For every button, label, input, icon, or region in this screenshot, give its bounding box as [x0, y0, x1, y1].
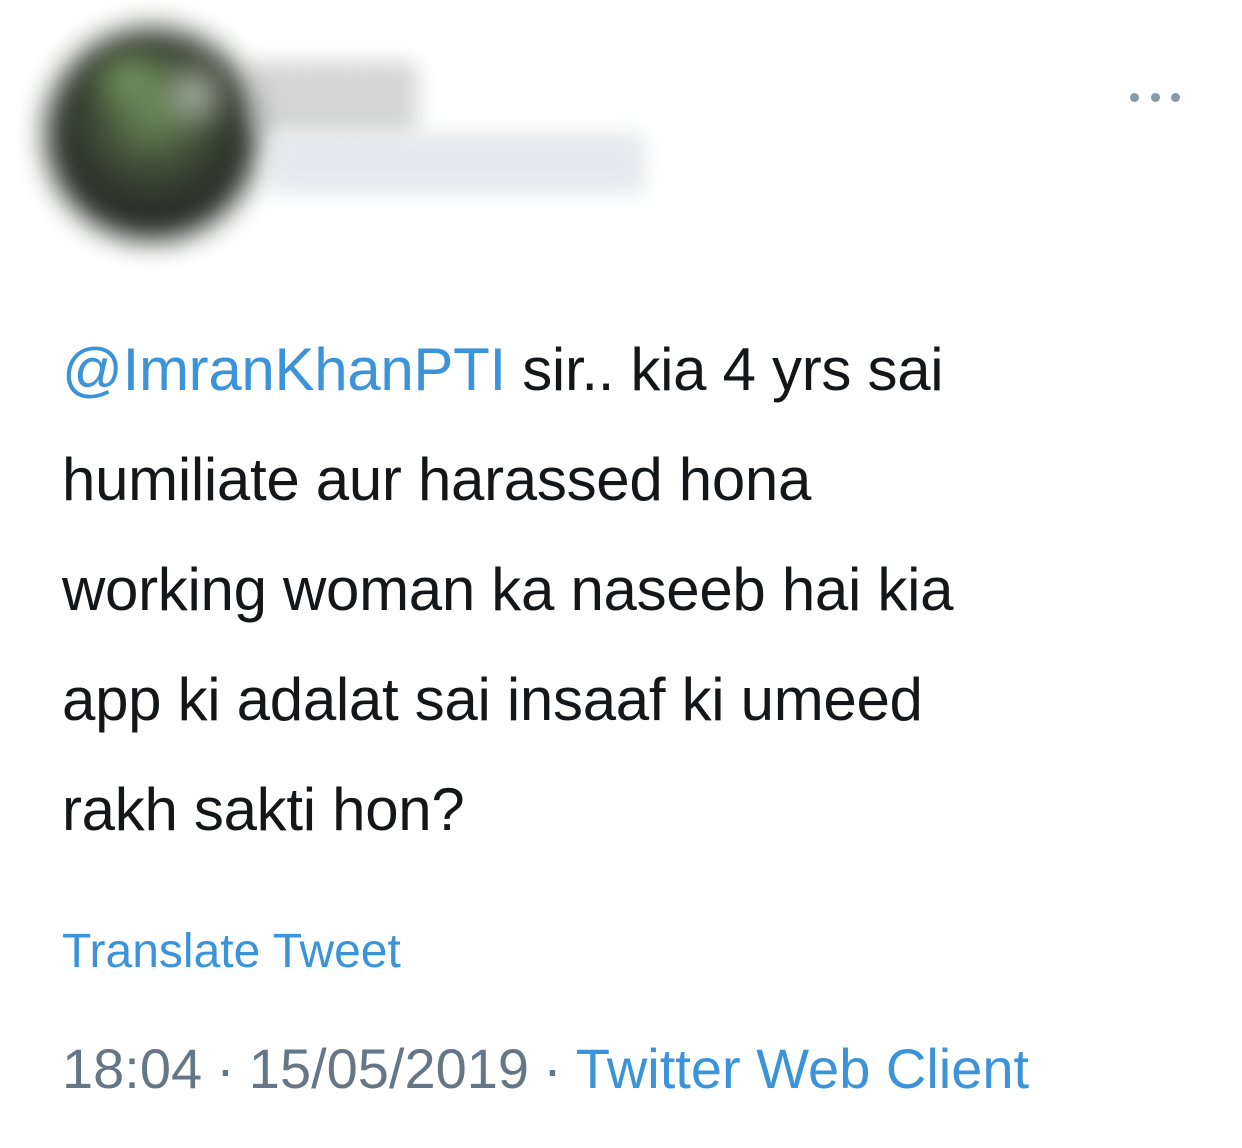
- tweet-text-line: app ki adalat sai insaaf ki umeed: [62, 666, 923, 733]
- tweet-text: @ImranKhanPTI sir.. kia 4 yrs sai humili…: [62, 315, 1212, 865]
- avatar-highlight: [170, 70, 220, 120]
- tweet-text-segment: sir.. kia 4 yrs sai: [505, 336, 944, 403]
- username-redacted[interactable]: [268, 132, 644, 194]
- avatar[interactable]: [46, 28, 258, 240]
- tweet-text-line: humiliate aur harassed hona: [62, 446, 812, 513]
- tweet-text-line: rakh sakti hon?: [62, 776, 465, 843]
- tweet-metadata: 18:04 · 15/05/2019 · Twitter Web Client: [62, 1036, 1029, 1102]
- avatar-highlight: [100, 60, 160, 100]
- more-horizontal-icon: [1171, 92, 1180, 102]
- meta-separator: ·: [543, 1037, 562, 1100]
- more-horizontal-icon: [1130, 92, 1139, 102]
- tweet-text-line: @ImranKhanPTI sir.. kia 4 yrs sai: [62, 315, 1212, 425]
- tweet-text-line: working woman ka naseeb hai kia: [62, 556, 954, 623]
- translate-tweet-link[interactable]: Translate Tweet: [62, 920, 401, 984]
- meta-separator: ·: [216, 1037, 235, 1100]
- tweet-time[interactable]: 18:04: [62, 1037, 202, 1100]
- mention-link[interactable]: @ImranKhanPTI: [62, 336, 506, 403]
- tweet-date[interactable]: 15/05/2019: [249, 1037, 529, 1100]
- more-horizontal-icon: [1150, 92, 1160, 102]
- tweet-source-link[interactable]: Twitter Web Client: [576, 1037, 1029, 1100]
- tweet-card: @ImranKhanPTI sir.. kia 4 yrs sai humili…: [0, 0, 1242, 1148]
- display-name-redacted[interactable]: [248, 62, 418, 134]
- more-options-button[interactable]: [1130, 84, 1180, 110]
